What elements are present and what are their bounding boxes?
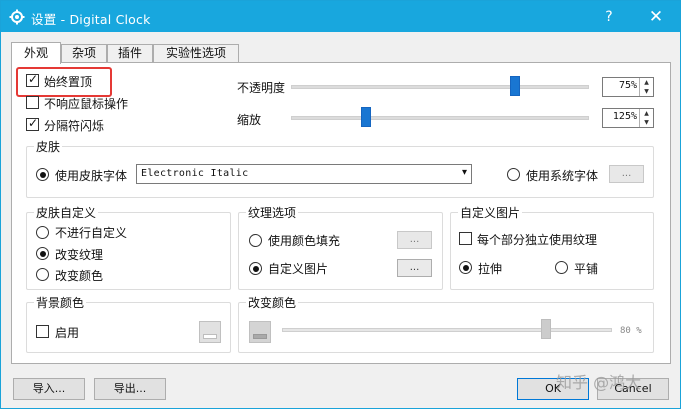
opacity-slider-track[interactable] <box>291 85 589 89</box>
tile-radio[interactable] <box>555 261 568 274</box>
fill-color-button[interactable]: ... <box>397 231 432 249</box>
export-button[interactable]: 导出... <box>94 378 166 400</box>
close-button[interactable]: ✕ <box>642 5 670 29</box>
stretch-radio[interactable] <box>459 261 472 274</box>
enable-background-label: 启用 <box>55 326 80 340</box>
change-color-slider-thumb[interactable] <box>541 319 551 339</box>
no-custom-radio[interactable] <box>36 226 49 239</box>
opacity-label: 不透明度 <box>237 81 286 95</box>
texture-group-title: 纹理选项 <box>246 204 299 221</box>
system-font-button[interactable]: ... <box>609 165 644 183</box>
settings-gear-icon <box>9 9 25 25</box>
change-color-slider-track[interactable] <box>282 328 612 332</box>
skin-font-select[interactable]: Electronic Italic ▾ <box>136 164 472 184</box>
tab-experimental[interactable]: 实验性选项 <box>153 44 239 63</box>
change-texture-label: 改变纹理 <box>55 248 104 262</box>
spin-down-icon[interactable]: ▼ <box>644 88 649 95</box>
custom-image-label: 自定义图片 <box>268 262 329 276</box>
fill-color-radio[interactable] <box>249 234 262 247</box>
skin-custom-group-title: 皮肤自定义 <box>34 204 99 221</box>
annotation-highlight-box <box>16 67 112 97</box>
spin-down-icon[interactable]: ▼ <box>644 119 649 126</box>
import-button[interactable]: 导入... <box>13 378 85 400</box>
change-color-label: 改变颜色 <box>55 269 104 283</box>
zoom-slider-track[interactable] <box>291 116 589 120</box>
use-system-font-radio[interactable] <box>507 168 520 181</box>
change-texture-radio[interactable] <box>36 247 49 260</box>
spin-up-icon[interactable]: ▲ <box>644 110 649 117</box>
opacity-value: 75% <box>618 80 637 91</box>
help-button[interactable]: ? <box>597 7 621 27</box>
spin-up-icon[interactable]: ▲ <box>644 79 649 86</box>
opacity-spinbox[interactable]: 75% ▲ ▼ <box>602 77 654 97</box>
zoom-label: 缩放 <box>237 113 262 127</box>
per-part-texture-label: 每个部分独立使用纹理 <box>477 233 598 247</box>
zoom-slider-thumb[interactable] <box>360 107 371 127</box>
change-color-value: 80 % <box>620 326 642 336</box>
custom-image-button[interactable]: ... <box>397 259 432 277</box>
custom-image-group <box>450 212 654 290</box>
use-skin-font-radio[interactable] <box>36 168 49 181</box>
tab-plugins[interactable]: 插件 <box>107 44 153 63</box>
change-color-swatch[interactable] <box>249 321 271 343</box>
custom-image-radio[interactable] <box>249 262 262 275</box>
opacity-slider-thumb[interactable] <box>509 76 520 96</box>
settings-window: 设置 - Digital Clock ? ✕ 外观 杂项 插件 实验性选项 ✓ … <box>0 0 681 409</box>
per-part-texture-checkbox[interactable] <box>459 232 472 245</box>
skin-font-value: Electronic Italic <box>141 168 249 179</box>
change-color-group-title: 改变颜色 <box>246 294 299 311</box>
blink-separator-checkbox[interactable]: ✓ <box>26 116 39 131</box>
change-color-radio[interactable] <box>36 268 49 281</box>
background-color-group-title: 背景颜色 <box>34 294 87 311</box>
zoom-spinbox[interactable]: 125% ▲ ▼ <box>602 108 654 128</box>
chevron-down-icon: ▾ <box>461 167 467 178</box>
window-title: 设置 - Digital Clock <box>31 12 151 27</box>
tab-misc[interactable]: 杂项 <box>61 44 107 63</box>
no-custom-label: 不进行自定义 <box>55 226 128 240</box>
custom-image-group-title: 自定义图片 <box>458 204 523 221</box>
stretch-label: 拉伸 <box>478 262 503 276</box>
tile-label: 平铺 <box>574 262 599 276</box>
zoom-value: 125% <box>612 111 637 122</box>
title-bar[interactable]: 设置 - Digital Clock ? ✕ <box>1 1 680 32</box>
enable-background-checkbox[interactable] <box>36 325 49 338</box>
no-mouse-label: 不响应鼠标操作 <box>44 97 129 111</box>
spin-arrows[interactable]: ▲ ▼ <box>639 78 653 96</box>
spin-arrows[interactable]: ▲ ▼ <box>639 109 653 127</box>
tab-appearance[interactable]: 外观 <box>11 42 61 64</box>
use-skin-font-label: 使用皮肤字体 <box>55 169 128 183</box>
background-color-swatch[interactable] <box>199 321 221 343</box>
check-icon: ✓ <box>28 116 39 130</box>
fill-color-label: 使用颜色填充 <box>268 234 341 248</box>
blink-separator-label: 分隔符闪烁 <box>44 119 105 133</box>
zhihu-watermark: 知乎 @鸿大 <box>556 373 642 392</box>
skin-group-title: 皮肤 <box>34 138 63 155</box>
texture-group <box>238 212 443 290</box>
no-mouse-checkbox[interactable] <box>26 96 39 109</box>
use-system-font-label: 使用系统字体 <box>526 169 599 183</box>
